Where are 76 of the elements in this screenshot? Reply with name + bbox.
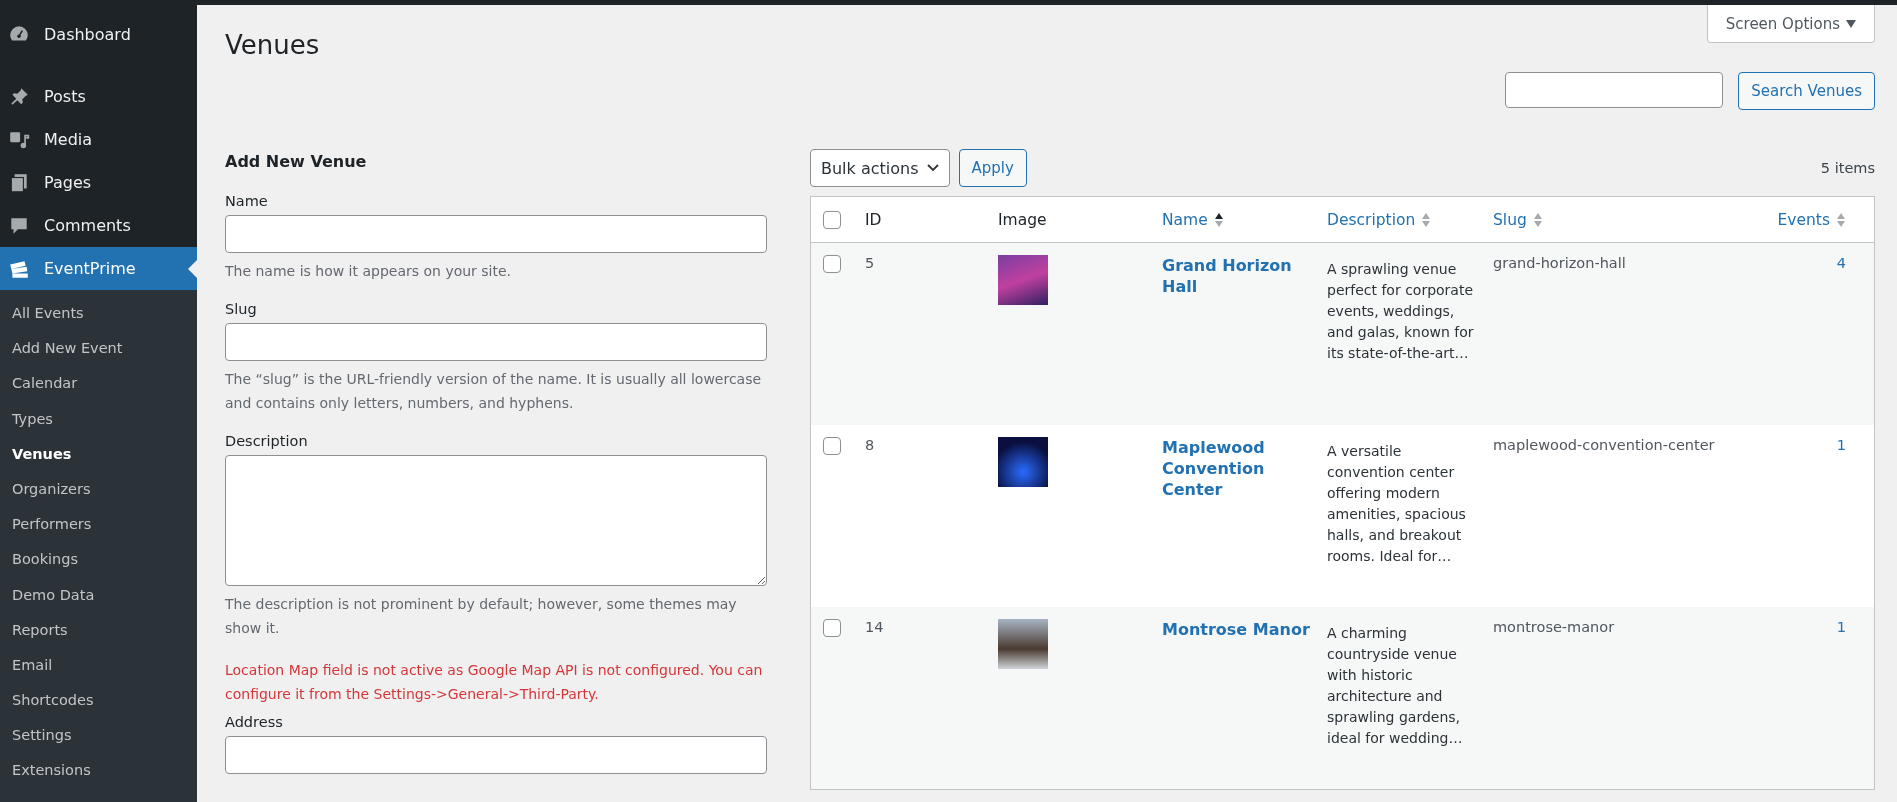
column-header: ID xyxy=(865,210,882,229)
form-title: Add New Venue xyxy=(225,152,368,171)
checkbox[interactable] xyxy=(823,255,841,273)
textarea-field[interactable] xyxy=(225,455,767,586)
submenu-item[interactable]: Email xyxy=(0,647,197,684)
events-count-link[interactable]: 1 xyxy=(1836,619,1846,635)
sidebar-item[interactable]: Media xyxy=(0,118,197,161)
column-header: Image xyxy=(998,210,1047,229)
sortable-column-header[interactable]: Name xyxy=(1162,210,1224,229)
submenu-item[interactable]: Calendar xyxy=(0,366,197,402)
search-field[interactable] xyxy=(1505,72,1724,108)
events-count-link[interactable]: 4 xyxy=(1836,255,1846,271)
field-hint: The “slug” is the URL-friendly version of the name. It is usually all lowercase and contains only letters, numbers, and hyphens. xyxy=(225,370,763,413)
submenu-item[interactable]: Bookings xyxy=(0,542,197,578)
error-message: Location Map field is not active as Google Map API is not configured. You can configure it from the Settings->General->Third-Party. xyxy=(225,661,764,704)
sort-arrows-icon xyxy=(1532,211,1543,228)
submenu-item[interactable]: Types xyxy=(0,401,197,437)
field-label: Description xyxy=(225,433,309,449)
apply-button[interactable]: Apply xyxy=(958,149,1027,187)
photo-placeholder xyxy=(998,437,1048,487)
field-label: Slug xyxy=(225,301,258,317)
submenu-item[interactable]: Add New Event xyxy=(0,331,197,367)
table-cell: 8 xyxy=(865,437,875,453)
chevron-icon xyxy=(926,164,939,172)
bulk-actions-dropdown[interactable]: Bulk actions xyxy=(810,149,950,187)
submenu-item[interactable]: Demo Data xyxy=(0,577,197,613)
submenu-item[interactable]: All Events xyxy=(0,296,197,332)
submenu-item[interactable]: Performers xyxy=(0,507,197,543)
sort-arrows-icon xyxy=(1421,211,1432,228)
checkbox[interactable] xyxy=(823,437,841,455)
sidebar-item[interactable]: EventPrime xyxy=(0,247,197,290)
submenu-item[interactable]: Reports xyxy=(0,612,197,648)
venue-name-link[interactable]: Montrose Manor xyxy=(1162,619,1311,640)
field-hint: The name is how it appears on your site. xyxy=(225,262,513,281)
caret-icon xyxy=(1846,19,1856,28)
checkbox[interactable] xyxy=(823,619,841,637)
field-hint: The description is not prominent by default; however, some themes may show it. xyxy=(225,595,738,638)
events-count-link[interactable]: 1 xyxy=(1836,437,1846,453)
photo-placeholder xyxy=(998,255,1048,305)
submenu-item[interactable]: Organizers xyxy=(0,471,197,508)
table-cell-text: A sprawling venue perfect for corporate events, weddings, and galas, known for its state-of-the-art… xyxy=(1327,260,1475,363)
sortable-column-header[interactable]: Events xyxy=(1777,210,1846,229)
sidebar-item[interactable]: Comments xyxy=(0,204,197,247)
table-cell-text: A versatile convention center offering modern amenities, spacious halls, and breakout rooms. Ideal for… xyxy=(1327,442,1467,566)
table-cell: montrose-manor xyxy=(1493,619,1615,635)
submenu-item[interactable]: Settings xyxy=(0,718,197,754)
input-field[interactable] xyxy=(225,736,767,774)
venue-name-link[interactable]: Grand Horizon Hall xyxy=(1162,255,1311,297)
table-cell: grand-horizon-hall xyxy=(1493,255,1626,271)
table-cell: maplewood-convention-center xyxy=(1493,437,1715,453)
sidebar-item[interactable]: Dashboard xyxy=(0,5,197,75)
sortable-column-header[interactable]: Slug xyxy=(1493,210,1543,229)
item-count: 5 items xyxy=(1820,160,1875,176)
sidebar-item[interactable]: Pages xyxy=(0,161,197,204)
sort-arrows-icon xyxy=(1836,211,1846,228)
checkbox[interactable] xyxy=(823,210,841,229)
submenu-item[interactable]: Venues xyxy=(0,436,197,472)
search-venues-button[interactable]: Search Venues xyxy=(1738,72,1875,110)
input-field[interactable] xyxy=(225,215,767,253)
sidebar-item[interactable]: Posts xyxy=(0,75,197,118)
input-field[interactable] xyxy=(225,323,767,361)
pushpin-icon xyxy=(8,85,30,108)
submenu-item[interactable]: Shortcodes xyxy=(0,683,197,719)
table-cell: 14 xyxy=(865,619,884,635)
field-label: Name xyxy=(225,193,269,209)
submenu-item[interactable]: Extensions xyxy=(0,753,197,789)
sort-arrows-icon xyxy=(1213,211,1224,228)
screen-options-button[interactable]: Screen Options xyxy=(1706,5,1875,43)
venue-name-link[interactable]: Maplewood Convention Center xyxy=(1162,437,1311,500)
photo-placeholder xyxy=(998,619,1048,669)
pages-icon xyxy=(8,171,30,194)
sortable-column-header[interactable]: Description xyxy=(1327,210,1432,229)
field-label: Address xyxy=(225,714,284,730)
table-cell-text: A charming countryside venue with historic architecture and sprawling gardens, ideal for wedding… xyxy=(1327,624,1464,748)
table-cell: 5 xyxy=(865,255,875,271)
page-title: Venues xyxy=(225,30,320,60)
